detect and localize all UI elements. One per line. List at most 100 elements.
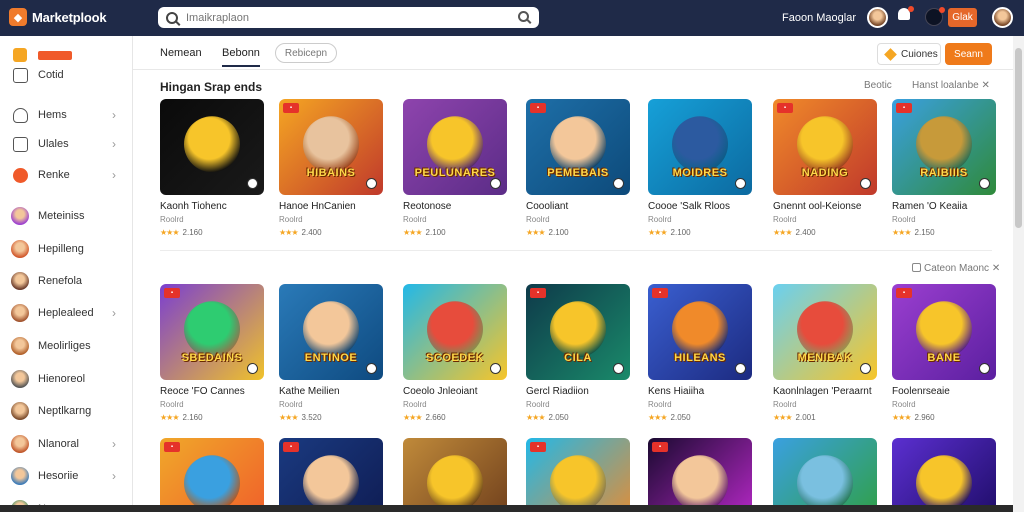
top-bar: ◆ Marketplook Faoon Maoglar Glak xyxy=(0,0,1024,36)
game-card[interactable]: ▪HONGES xyxy=(526,438,630,512)
game-thumbnail[interactable]: MENIBAK xyxy=(773,284,877,380)
search-submit-icon[interactable] xyxy=(518,11,529,22)
app-title[interactable]: Marketplook xyxy=(32,10,107,25)
game-card[interactable]: PEULUNARES Reotonose Roolrd ★★★ 2.100 xyxy=(403,99,507,237)
game-card[interactable] xyxy=(773,438,877,512)
game-thumbnail[interactable]: ▪ SBEDAINS xyxy=(160,284,264,380)
game-thumbnail[interactable]: ▪ HILEANS xyxy=(648,284,752,380)
sidebar-item[interactable]: Hepilleng xyxy=(0,237,132,261)
game-thumbnail[interactable]: ▪ BANE xyxy=(892,284,996,380)
sidebar-item[interactable]: Hems › xyxy=(0,103,132,127)
sidebar-item[interactable]: Meolirliges xyxy=(0,334,132,358)
sidebar-item[interactable]: Hienoreol xyxy=(0,367,132,391)
search-bar[interactable] xyxy=(158,7,539,28)
tab-rebicepn[interactable]: Rebicepn xyxy=(275,43,337,63)
game-title[interactable]: Kaonh Tiohenc xyxy=(160,201,264,212)
app-logo-icon[interactable]: ◆ xyxy=(9,8,27,26)
scrollbar-thumb[interactable] xyxy=(1015,48,1022,228)
game-thumbnail[interactable]: ENTINOE xyxy=(279,284,383,380)
game-card[interactable]: SCOEDEK Coeolo Jnleoiant Roolrd ★★★ 2.660 xyxy=(403,284,507,422)
sidebar-brand[interactable] xyxy=(13,48,72,62)
game-thumbnail[interactable]: ▪ HIBAINS xyxy=(279,99,383,195)
notifications-bell-icon[interactable] xyxy=(898,6,914,24)
avatar-icon xyxy=(11,304,29,322)
game-card[interactable]: ▪ HIBAINS Hanoe HnCanien Roolrd ★★★ 2.400 xyxy=(279,99,383,237)
section-link-1[interactable]: Beotic xyxy=(864,80,892,91)
game-card[interactable]: ▪ BANE Foolenrseaie Roolrd ★★★ 2.960 xyxy=(892,284,996,422)
game-title[interactable]: Foolenrseaie xyxy=(892,386,996,397)
game-card[interactable]: ▪ HILEANS Kens Hiaiiha Roolrd ★★★ 2.050 xyxy=(648,284,752,422)
game-thumbnail[interactable]: ▪ CILA xyxy=(526,284,630,380)
sidebar-item[interactable]: Heplealeed › xyxy=(0,301,132,325)
game-rating: ★★★ 2.050 xyxy=(648,413,752,422)
game-thumbnail[interactable] xyxy=(892,438,996,512)
game-card[interactable]: ▪ SBEDAINS Reoce 'FO Cannes Roolrd ★★★ 2.160 xyxy=(160,284,264,422)
checkbox-icon[interactable] xyxy=(912,263,921,272)
sidebar-item[interactable]: Renke › xyxy=(0,163,132,187)
primary-button[interactable]: Seann xyxy=(945,43,992,65)
game-thumbnail[interactable]: PEULUNARES xyxy=(403,99,507,195)
section-link-2[interactable]: Hanst loalanbe ✕ xyxy=(912,80,990,91)
game-thumbnail[interactable] xyxy=(773,438,877,512)
game-title[interactable]: Kens Hiaiiha xyxy=(648,386,752,397)
game-title[interactable]: Gercl Riadiion xyxy=(526,386,630,397)
sidebar-item[interactable]: Cotid xyxy=(0,63,132,87)
game-title[interactable]: Reoce 'FO Cannes xyxy=(160,386,264,397)
game-card[interactable]: ENTINOE Kathe Meilien Roolrd ★★★ 3.520 xyxy=(279,284,383,422)
character-illustration xyxy=(797,301,853,358)
user-avatar[interactable] xyxy=(867,7,888,28)
sidebar-item[interactable]: Renefola xyxy=(0,269,132,293)
game-rating: ★★★ 2.100 xyxy=(648,228,752,237)
game-thumbnail[interactable]: ▪CALTURIE xyxy=(160,438,264,512)
game-thumbnail[interactable]: MOIDRES xyxy=(648,99,752,195)
game-title[interactable]: Coooe 'Salk Rloos xyxy=(648,201,752,212)
game-thumbnail[interactable] xyxy=(160,99,264,195)
game-card[interactable]: ▪ PEMEBAIS Coooliant Roolrd ★★★ 2.100 xyxy=(526,99,630,237)
game-card[interactable]: ▪ RAIBIIIS Ramen 'O Keaiia Roolrd ★★★ 2.150 xyxy=(892,99,996,237)
sidebar-item[interactable]: Nlanoral › xyxy=(0,432,132,456)
new-badge: ▪ xyxy=(652,288,668,298)
game-thumbnail[interactable]: ▪ xyxy=(648,438,752,512)
game-card[interactable] xyxy=(892,438,996,512)
row2-filter-link[interactable]: Cateon Maonc ✕ xyxy=(912,263,1000,274)
game-title[interactable]: Kaonlnlagen 'Peraarnt xyxy=(773,386,877,397)
sidebar-item[interactable]: Neptlkarng xyxy=(0,399,132,423)
game-thumbnail[interactable]: ▪ PEMEBAIS xyxy=(526,99,630,195)
game-card[interactable]: MENIBAK Kaonlnlagen 'Peraarnt Roolrd ★★★ 2.0… xyxy=(773,284,877,422)
tab-nemean[interactable]: Nemean xyxy=(160,47,202,59)
game-card[interactable]: ▪ xyxy=(279,438,383,512)
game-thumbnail[interactable]: ▪ xyxy=(279,438,383,512)
sidebar-item[interactable]: Hesoriie › xyxy=(0,464,132,488)
game-title[interactable]: Gnennt ool-Keionse xyxy=(773,201,877,212)
header-action-button[interactable]: Glak xyxy=(948,8,977,27)
profile-avatar[interactable] xyxy=(992,7,1013,28)
game-card[interactable]: ▪ xyxy=(648,438,752,512)
game-thumbnail[interactable]: ▪HONGES xyxy=(526,438,630,512)
sidebar-item[interactable]: Meteiniss xyxy=(0,204,132,228)
star-icon: ★★★ xyxy=(526,413,545,422)
game-card[interactable]: Kaonh Tiohenc Roolrd ★★★ 2.160 xyxy=(160,99,264,237)
game-card[interactable]: ▪ CILA Gercl Riadiion Roolrd ★★★ 2.050 xyxy=(526,284,630,422)
tab-bebonn[interactable]: Bebonn xyxy=(222,47,260,67)
scrollbar[interactable] xyxy=(1013,36,1024,512)
game-card[interactable]: ▪ NADING Gnennt ool-Keionse Roolrd ★★★ 2.400 xyxy=(773,99,877,237)
game-thumbnail[interactable]: ▪ NADING xyxy=(773,99,877,195)
row-divider xyxy=(160,250,992,251)
user-name[interactable]: Faoon Maoglar xyxy=(782,12,856,24)
game-title[interactable]: Kathe Meilien xyxy=(279,386,383,397)
game-title[interactable]: Coeolo Jnleoiant xyxy=(403,386,507,397)
sidebar-item[interactable]: Ulales › xyxy=(0,132,132,156)
game-card[interactable]: MOIDRES Coooe 'Salk Rloos Roolrd ★★★ 2.100 xyxy=(648,99,752,237)
game-thumbnail[interactable]: SCINCIPS xyxy=(403,438,507,512)
search-input[interactable] xyxy=(186,11,506,24)
game-card[interactable]: ▪CALTURIE xyxy=(160,438,264,512)
game-thumbnail[interactable]: ▪ RAIBIIIS xyxy=(892,99,996,195)
game-title[interactable]: Reotonose xyxy=(403,201,507,212)
secondary-button[interactable]: Cuiones xyxy=(877,43,941,65)
game-title[interactable]: Hanoe HnCanien xyxy=(279,201,383,212)
game-card[interactable]: SCINCIPS xyxy=(403,438,507,512)
game-title[interactable]: Ramen 'O Keaiia xyxy=(892,201,996,212)
game-thumbnail[interactable]: SCOEDEK xyxy=(403,284,507,380)
new-badge: ▪ xyxy=(896,103,912,113)
game-title[interactable]: Coooliant xyxy=(526,201,630,212)
